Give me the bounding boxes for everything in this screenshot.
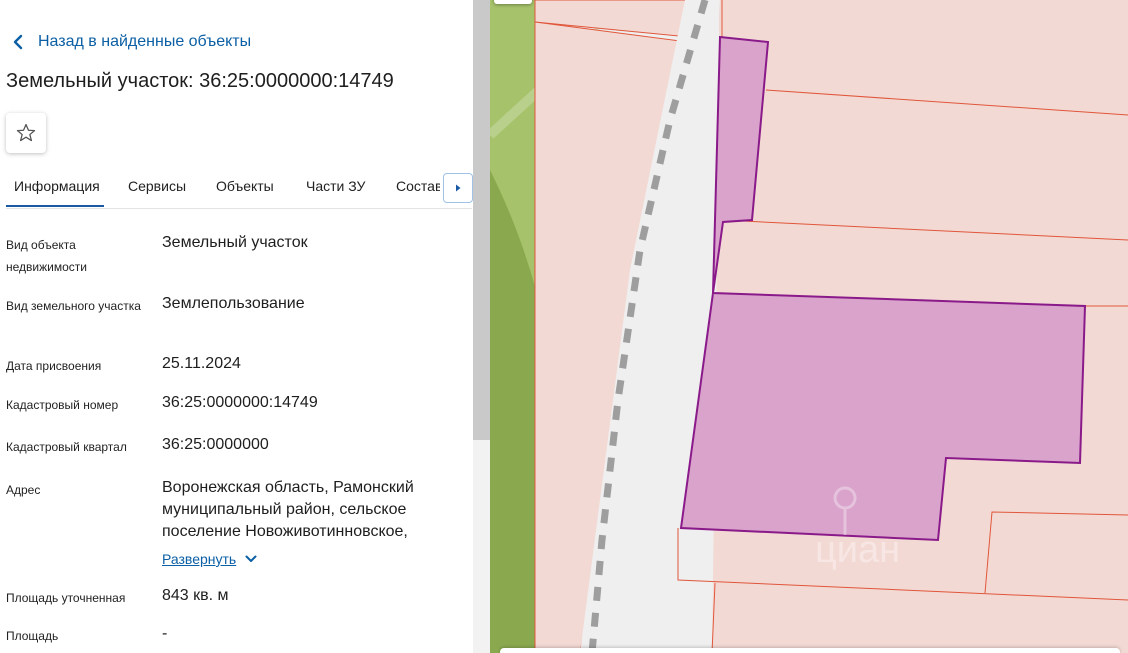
cadastral-quarter-value: 36:25:0000000 [162, 436, 269, 453]
cadastral-number-label: Кадастровый номер [6, 398, 119, 412]
tab-services[interactable]: Сервисы [128, 178, 186, 194]
tab-objects[interactable]: Объекты [216, 178, 274, 194]
assign-date-label: Дата присвоения [6, 359, 102, 373]
tabs-scroll-right-button[interactable] [443, 173, 473, 203]
address-label: Адрес [6, 483, 41, 497]
cadastral-map[interactable]: циан [490, 0, 1128, 653]
land-type-label: Вид земельного участка [6, 299, 141, 313]
map-bottom-panel[interactable] [500, 648, 1120, 653]
tab-information[interactable]: Информация [14, 178, 100, 194]
area-value: - [162, 625, 168, 642]
chevron-down-icon [245, 555, 257, 562]
map-canvas: циан [490, 0, 1128, 653]
assign-date-value: 25.11.2024 [162, 355, 241, 372]
active-tab-indicator [6, 205, 104, 207]
address-value: Воронежская область, Рамонский муниципал… [162, 479, 414, 540]
caret-right-icon [456, 184, 461, 192]
page-title: Земельный участок: 36:25:0000000:14749 [6, 70, 394, 92]
tab-composition-clip: Состав [396, 170, 440, 206]
info-panel: Назад в найденные объекты Земельный учас… [0, 0, 473, 653]
area-label: Площадь [6, 629, 59, 643]
address-expand-label: Развернуть [162, 551, 237, 567]
back-link-label: Назад в найденные объекты [38, 33, 252, 50]
address-expand-link[interactable]: Развернуть [162, 548, 258, 570]
tab-composition[interactable]: Состав [396, 178, 440, 194]
area-specified-value: 843 кв. м [162, 587, 229, 604]
watermark-text: циан [815, 529, 900, 571]
object-type-label: Вид объекта недвижимости [6, 238, 87, 274]
cadastral-quarter-label: Кадастровый квартал [6, 440, 127, 454]
map-zoom-control[interactable] [494, 0, 532, 4]
area-specified-label: Площадь уточненная [6, 591, 126, 605]
chevron-left-icon [13, 34, 23, 50]
star-icon [16, 123, 36, 142]
cadastral-number-value: 36:25:0000000:14749 [162, 394, 318, 411]
back-to-results-link[interactable]: Назад в найденные объекты [8, 30, 251, 54]
tab-parcel-parts[interactable]: Части ЗУ [306, 178, 365, 194]
object-type-value: Земельный участок [162, 234, 308, 251]
tab-bar: Информация Сервисы Объекты Части ЗУ Сост… [6, 170, 473, 209]
panel-scrollbar-thumb[interactable] [473, 0, 490, 440]
favorite-button[interactable] [6, 113, 46, 153]
panel-scrollbar[interactable] [473, 0, 490, 653]
land-type-value: Землепользование [162, 295, 305, 312]
